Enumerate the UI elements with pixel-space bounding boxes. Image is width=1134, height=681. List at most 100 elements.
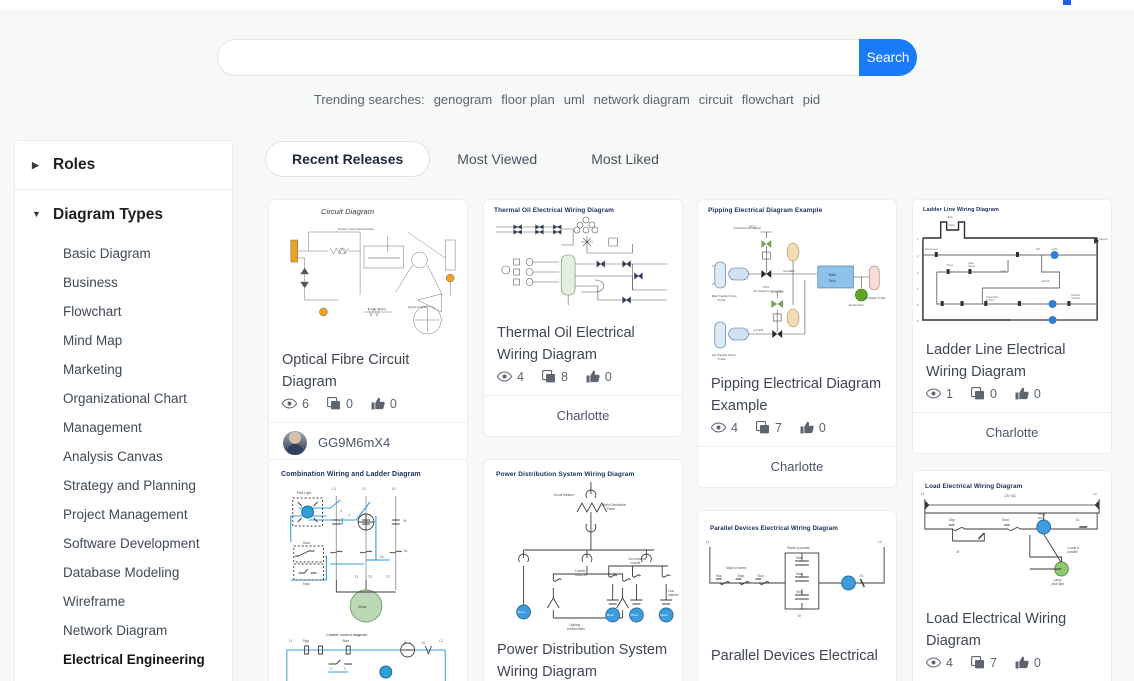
card-author[interactable]: Charlotte <box>484 394 682 436</box>
svg-text:OL: OL <box>1075 518 1079 522</box>
card-title[interactable]: Thermal Oil Electrical Wiring Diagram <box>497 322 669 367</box>
card-thumbnail[interactable]: Power Distribution System Wiring Diagram <box>484 460 682 630</box>
svg-text:Circuits: Circuits <box>1071 296 1080 300</box>
card-thumbnail[interactable]: Pipping Electrical Diagram Example FCV (… <box>698 200 896 364</box>
svg-text:1: 1 <box>917 237 919 241</box>
thumbnail-title: Power Distribution System Wiring Diagram <box>496 471 635 478</box>
likes-count: 0 <box>1033 386 1041 401</box>
svg-text:Service: Service <box>1099 237 1108 241</box>
author-name[interactable]: Charlotte <box>557 408 610 423</box>
template-card[interactable]: Combination Wiring and Ladder Diagram Pi… <box>268 459 468 681</box>
views-count: 1 <box>946 386 953 401</box>
svg-text:circuits: circuits <box>631 561 641 565</box>
card-thumbnail[interactable]: Load Electrical Wiring Diagram L1 L2 120… <box>913 471 1111 599</box>
card-thumbnail[interactable]: Combination Wiring and Ladder Diagram Pi… <box>269 460 467 681</box>
card-body: Thermal Oil Electrical Wiring Diagram 4 … <box>484 313 682 395</box>
ladder-line-art: Utility Meter Disconnect Panel Main Pane… <box>917 215 1108 324</box>
svg-text:Utility: Utility <box>947 215 954 219</box>
svg-text:Start: Start <box>342 639 349 643</box>
thumbs-up-icon <box>371 398 385 410</box>
svg-text:GFI: GFI <box>1036 247 1041 251</box>
svg-text:1: 1 <box>348 513 350 517</box>
svg-text:OL: OL <box>421 641 425 645</box>
views-count: 4 <box>517 369 524 384</box>
views-count: 6 <box>302 396 309 411</box>
card-title[interactable]: Ladder Line Electrical Wiring Diagram <box>926 339 1098 384</box>
svg-text:Motor: Motor <box>660 613 668 617</box>
svg-text:Power Supply: Power Supply <box>368 307 387 311</box>
copies-stat: 7 <box>971 656 997 670</box>
card-author[interactable]: Charlotte <box>913 411 1111 453</box>
svg-text:2: 2 <box>330 667 332 671</box>
svg-text:switches: switches <box>575 573 588 577</box>
template-card[interactable]: Ladder Line Wiring Diagram Utility Meter… <box>912 199 1112 454</box>
card-thumbnail[interactable]: Parallel Devices Electrical Wiring Diagr… <box>698 511 896 636</box>
template-card[interactable]: Pipping Electrical Diagram Example FCV (… <box>697 199 897 488</box>
copies-count: 0 <box>989 386 997 401</box>
card-thumbnail[interactable]: Ladder Line Wiring Diagram Utility Meter… <box>913 200 1111 330</box>
svg-text:3: 3 <box>344 667 346 671</box>
likes-count: 0 <box>389 396 397 411</box>
svg-text:L2: L2 <box>439 639 443 643</box>
views-stat: 6 <box>282 397 309 411</box>
svg-text:T1: T1 <box>354 575 358 579</box>
card-title[interactable]: Power Distribution System Wiring Diagram <box>497 639 669 681</box>
likes-count: 0 <box>818 420 826 435</box>
svg-text:Start: Start <box>796 572 803 576</box>
template-card[interactable]: Circuit Diagram Phase noise (Optical Fib… <box>268 199 468 464</box>
svg-text:Pilot Light: Pilot Light <box>297 491 312 495</box>
svg-text:Stop: Stop <box>757 574 764 578</box>
svg-text:Stop: Stop <box>303 639 310 643</box>
svg-text:Switch: Switch <box>1042 279 1050 283</box>
svg-text:Motor: Motor <box>358 605 367 609</box>
copy-icon <box>756 421 769 434</box>
svg-text:Panel: Panel <box>968 264 975 268</box>
card-title[interactable]: Load Electrical Wiring Diagram <box>926 608 1098 653</box>
card-author[interactable]: GG9M6mX4 <box>269 421 467 463</box>
svg-text:Branch: Branch <box>986 298 995 302</box>
thumbs-up-icon <box>1015 657 1029 669</box>
card-title[interactable]: Pipping Electrical Diagram Example <box>711 373 883 418</box>
thumbnail-title: Parallel Devices Electrical Wiring Diagr… <box>710 525 838 532</box>
template-card[interactable]: Power Distribution System Wiring Diagram <box>483 459 683 681</box>
svg-text:5: 5 <box>917 303 919 307</box>
svg-text:Load: Load <box>1000 269 1006 273</box>
eye-icon <box>497 371 512 382</box>
template-card[interactable]: Load Electrical Wiring Diagram L1 L2 120… <box>912 470 1112 681</box>
card-thumbnail[interactable]: Thermal Oil Electrical Wiring Diagram <box>484 200 682 313</box>
card-title[interactable]: Parallel Devices Electrical <box>711 645 883 667</box>
views-stat: 1 <box>926 387 953 401</box>
svg-text:OL: OL <box>859 574 863 578</box>
svg-text:Starts in parallel: Starts in parallel <box>787 546 810 550</box>
svg-text:FCV: FCV <box>763 285 769 289</box>
author-name[interactable]: Charlotte <box>986 425 1039 440</box>
svg-text:P-102: P-102 <box>718 357 726 361</box>
thumbnail-title: Ladder Line Wiring Diagram <box>923 207 999 213</box>
svg-text:M: M <box>404 641 407 645</box>
card-body: Load Electrical Wiring Diagram 4 7 0 <box>913 599 1111 681</box>
svg-text:To Header P-103: To Header P-103 <box>864 296 885 300</box>
svg-text:Start: Start <box>796 556 803 560</box>
author-name[interactable]: GG9M6mX4 <box>318 435 390 450</box>
svg-text:(for transfer to aux supply): (for transfer to aux supply) <box>753 289 783 293</box>
svg-text:Stop: Stop <box>716 574 723 578</box>
author-name[interactable]: Charlotte <box>771 459 824 474</box>
svg-text:4-A-4000: 4-A-4000 <box>783 269 795 273</box>
card-title[interactable]: Optical Fibre Circuit Diagram <box>282 349 454 394</box>
svg-text:pilot light: pilot light <box>1052 582 1065 586</box>
svg-text:Accept Flow: Accept Flow <box>848 303 863 307</box>
card-author[interactable]: Charlotte <box>698 445 896 487</box>
card-body: Parallel Devices Electrical <box>698 636 896 667</box>
card-thumbnail[interactable]: Circuit Diagram Phase noise (Optical Fib… <box>269 200 467 340</box>
svg-text:M: M <box>957 550 960 554</box>
svg-text:Motor: Motor <box>631 613 639 617</box>
likes-stat: 0 <box>1015 387 1041 401</box>
template-card[interactable]: Parallel Devices Electrical Wiring Diagr… <box>697 510 897 681</box>
copies-stat: 7 <box>756 421 782 435</box>
svg-text:P-101: P-101 <box>718 298 726 302</box>
power-distribution-art: Circuit breaker Main Distribution Panel … <box>516 482 679 630</box>
template-card[interactable]: Thermal Oil Electrical Wiring Diagram Th… <box>483 199 683 437</box>
thermal-oil-art <box>495 216 668 305</box>
svg-text:OL: OL <box>380 555 385 559</box>
svg-text:3: 3 <box>917 271 919 275</box>
